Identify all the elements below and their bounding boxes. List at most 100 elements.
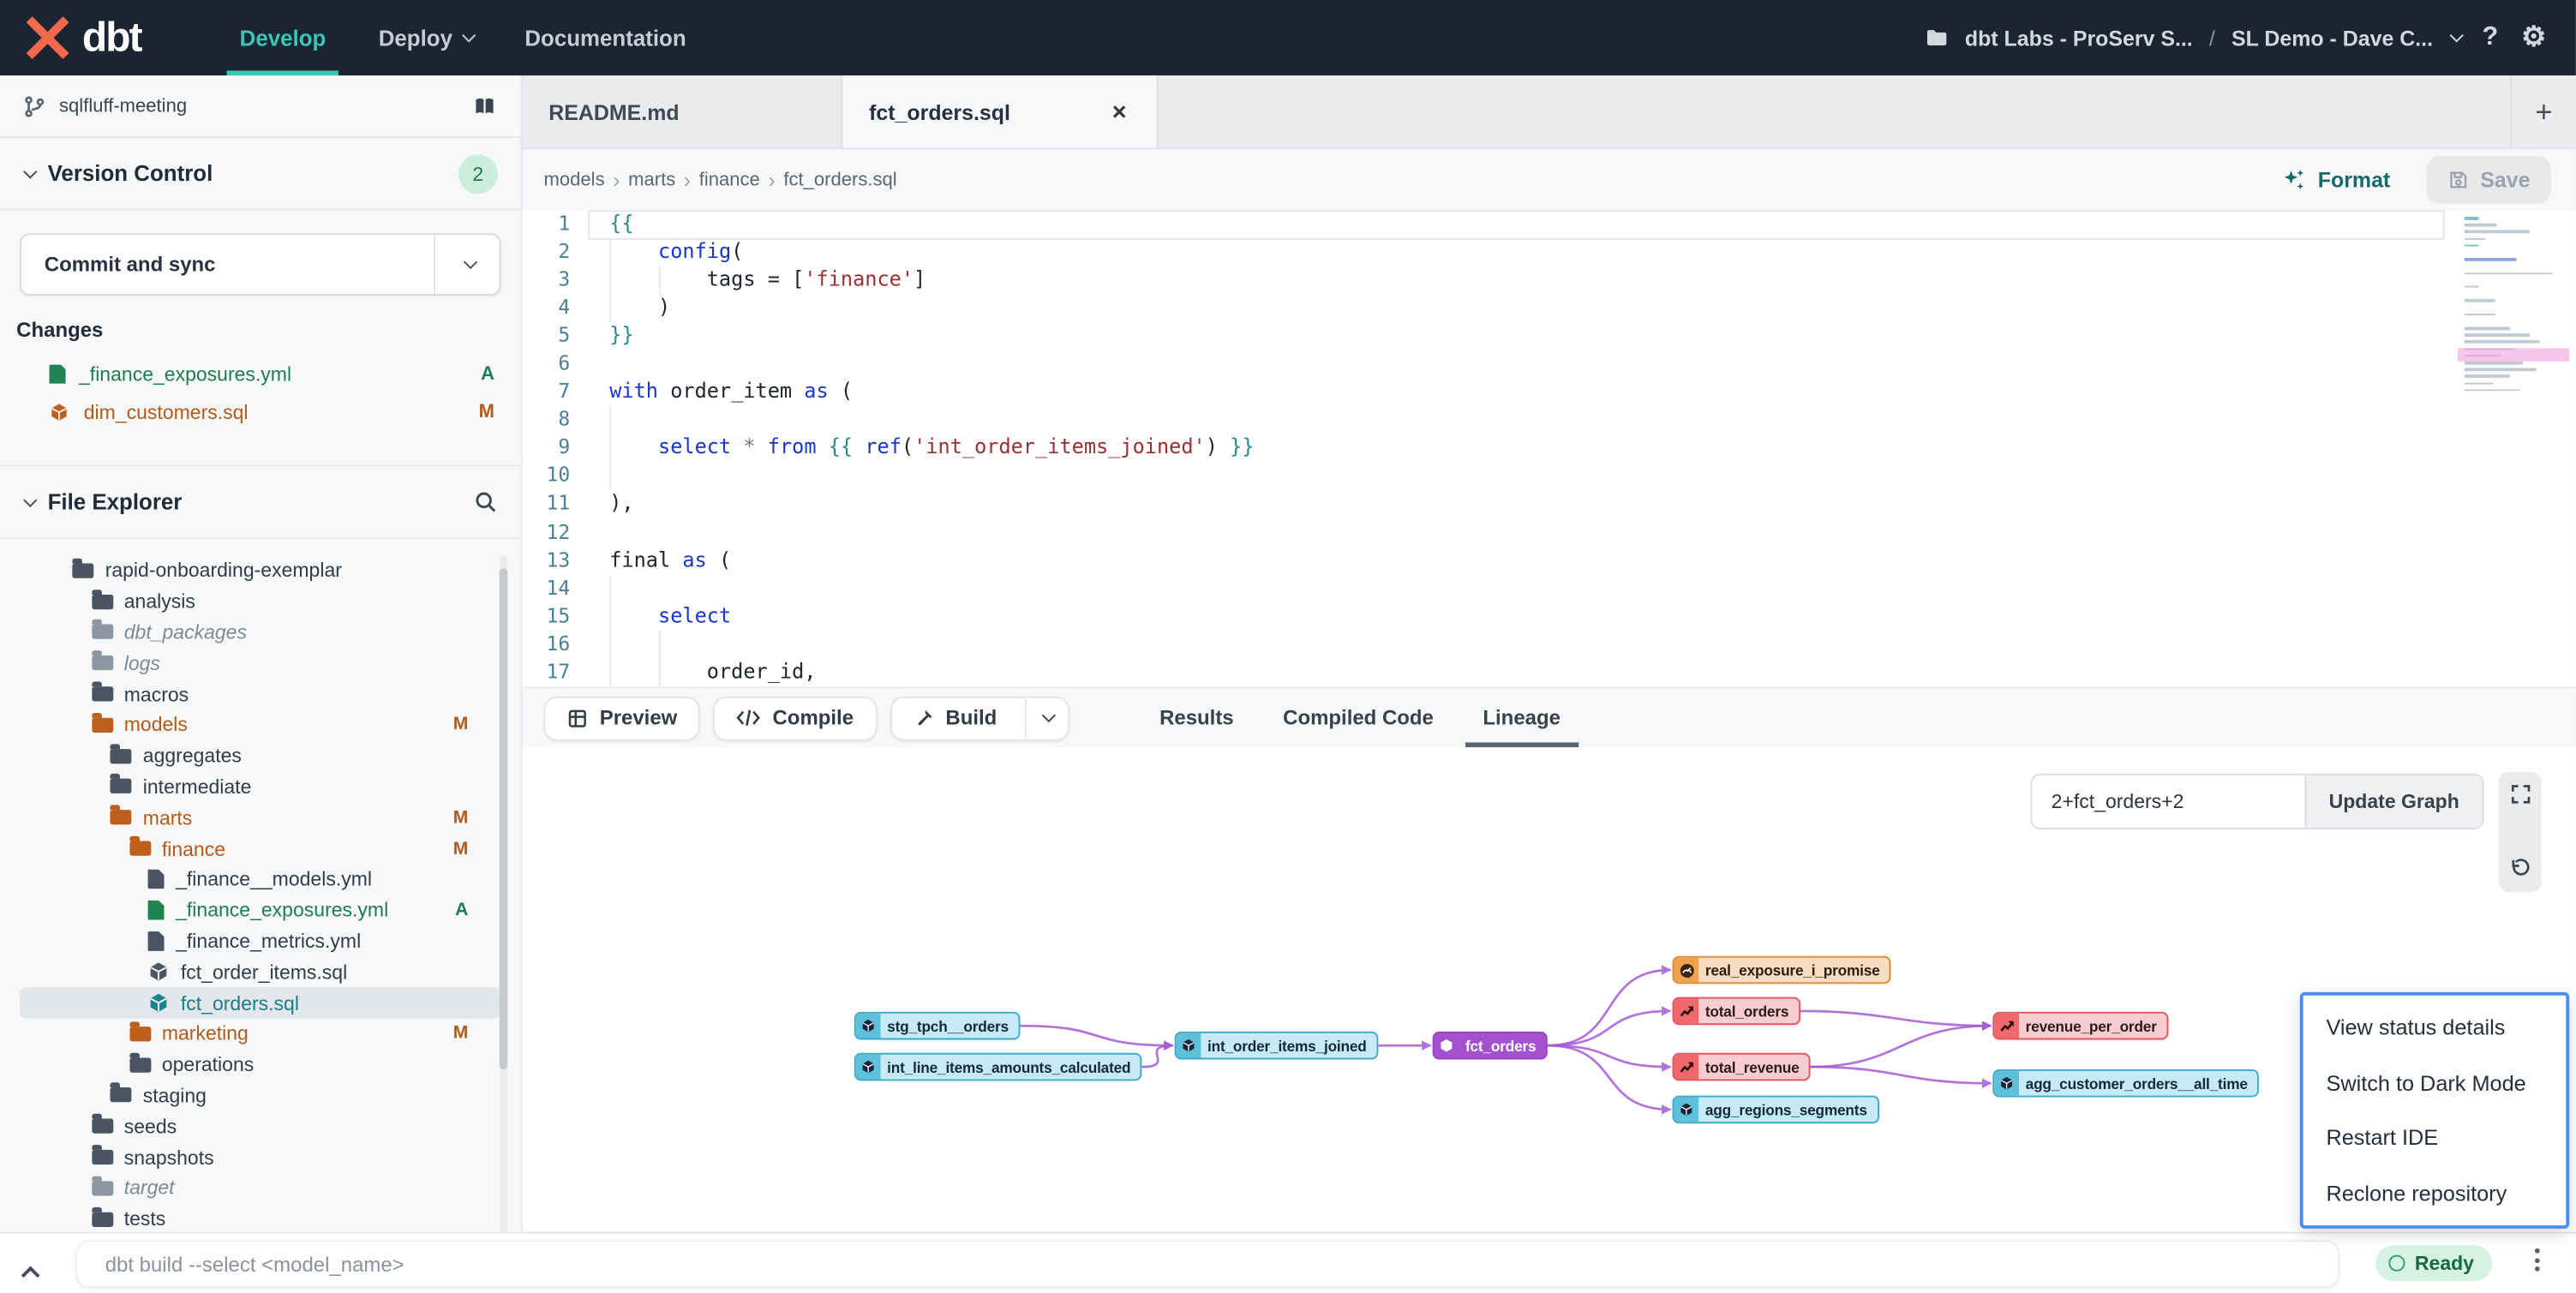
tree-item-_finance_exposures.yml[interactable]: _finance_exposures.yml A: [20, 895, 501, 925]
tree-item-analysis[interactable]: analysis: [20, 586, 501, 617]
file-explorer-header[interactable]: File Explorer: [0, 466, 521, 538]
tree-item-macros[interactable]: macros: [20, 679, 501, 709]
build-options-chevron[interactable]: [1025, 697, 1068, 739]
tree-item-label: seeds: [124, 1115, 177, 1138]
compile-button[interactable]: Compile: [713, 696, 876, 740]
command-input[interactable]: [75, 1240, 2339, 1288]
tree-item-models[interactable]: modelsM: [20, 709, 501, 740]
tree-item-marts[interactable]: martsM: [20, 802, 501, 833]
tree-item-aggregates[interactable]: aggregates: [20, 740, 501, 771]
tree-item-rapid-onboarding-exemplar[interactable]: rapid-onboarding-exemplar: [20, 555, 501, 586]
tree-status-badge: A: [455, 901, 468, 920]
minimap-line: [2465, 362, 2524, 364]
menu-item-view-status-details[interactable]: View status details: [2303, 1000, 2567, 1055]
preview-button[interactable]: Preview: [544, 696, 701, 740]
tree-item-label: staging: [143, 1084, 207, 1107]
expand-panel-chevron-icon[interactable]: [27, 1258, 39, 1288]
settings-gear-icon[interactable]: ⚙: [2521, 21, 2546, 54]
lineage-node-agg_customer_orders__all_time[interactable]: agg_customer_orders__all_time: [1992, 1069, 2259, 1098]
panel-tab-lineage[interactable]: Lineage: [1459, 688, 1585, 747]
save-button[interactable]: Save: [2426, 156, 2551, 204]
close-icon[interactable]: ×: [1109, 98, 1129, 126]
dbt-logo[interactable]: dbt: [0, 0, 171, 75]
tree-item-intermediate[interactable]: intermediate: [20, 771, 501, 802]
tree-item-fct_orders.sql[interactable]: fct_orders.sql: [20, 987, 501, 1018]
code-editor[interactable]: 1{{2 config(3 tags = ['finance']4 )5}}67…: [523, 210, 2576, 686]
nav-item-deploy[interactable]: Deploy: [352, 0, 499, 75]
tree-item-marketing[interactable]: marketingM: [20, 1018, 501, 1049]
lineage-node-int_line_items_amounts_calculated[interactable]: int_line_items_amounts_calculated: [854, 1053, 1142, 1081]
nav-account-area: dbt Labs - ProServ S... / SL Demo - Dave…: [1926, 21, 2576, 54]
docs-book-icon[interactable]: [471, 94, 498, 117]
tree-item-seeds[interactable]: seeds: [20, 1111, 501, 1142]
breadcrumb-item[interactable]: models: [544, 170, 605, 189]
format-button[interactable]: Format: [2282, 168, 2391, 193]
code-token: [609, 240, 658, 263]
lineage-node-label: total_orders: [1698, 999, 1799, 1024]
commit-options-button[interactable]: [434, 235, 500, 294]
lineage-node-int_order_items_joined[interactable]: int_order_items_joined: [1175, 1032, 1378, 1060]
lineage-node-total_orders[interactable]: total_orders: [1673, 997, 1800, 1026]
project-chevron-down-icon[interactable]: [2450, 28, 2464, 42]
tree-item-target[interactable]: target: [20, 1173, 501, 1204]
lineage-graph[interactable]: Update Graph stg_tpch__ordersint_line_it…: [523, 747, 2576, 1232]
lineage-node-real_exposure_i_promise[interactable]: real_exposure_i_promise: [1673, 956, 1891, 985]
search-icon[interactable]: [473, 489, 498, 514]
file-tree-scrollbar[interactable]: [500, 555, 508, 1232]
code-token: [1218, 436, 1230, 459]
tree-item-dbt_packages[interactable]: dbt_packages: [20, 617, 501, 648]
status-badge[interactable]: Ready: [2375, 1245, 2492, 1281]
minimap-highlight: [2458, 355, 2569, 362]
tree-item-_finance_metrics.yml[interactable]: _finance_metrics.yml: [20, 925, 501, 956]
code-text: config(: [609, 238, 743, 266]
project-name[interactable]: SL Demo - Dave C...: [2232, 26, 2433, 51]
tab-fct_orders.sql[interactable]: fct_orders.sql×: [842, 75, 1158, 147]
help-button[interactable]: ?: [2476, 23, 2505, 53]
code-token: config: [658, 240, 731, 263]
tab-README.md[interactable]: README.md: [523, 75, 843, 147]
tree-item-logs[interactable]: logs: [20, 648, 501, 679]
new-tab-button[interactable]: +: [2510, 75, 2576, 147]
menu-item-restart-ide[interactable]: Restart IDE: [2303, 1110, 2567, 1165]
scrollbar-thumb[interactable]: [500, 568, 508, 1069]
tree-item-fct_order_items.sql[interactable]: fct_order_items.sql: [20, 956, 501, 987]
lineage-node-fct_orders[interactable]: fct_orders: [1433, 1032, 1548, 1060]
panel-tab-results[interactable]: Results: [1135, 688, 1258, 747]
panel-tab-compiled-code[interactable]: Compiled Code: [1258, 688, 1458, 747]
tree-item-operations[interactable]: operations: [20, 1049, 501, 1080]
branch-name[interactable]: sqlfluff-meeting: [59, 96, 458, 116]
metric-icon: [1994, 1014, 2019, 1039]
breadcrumb-item[interactable]: finance: [699, 170, 760, 189]
lineage-node-agg_regions_segments[interactable]: agg_regions_segments: [1673, 1096, 1879, 1124]
code-text: tags = ['finance']: [609, 266, 926, 295]
account-name[interactable]: dbt Labs - ProServ S...: [1965, 26, 2193, 51]
code-token: select: [658, 604, 731, 627]
version-control-header[interactable]: Version Control 2: [0, 138, 521, 210]
breadcrumb-item[interactable]: fct_orders.sql: [783, 170, 896, 189]
git-branch-row: sqlfluff-meeting: [0, 75, 521, 138]
editor-minimap[interactable]: [2465, 217, 2567, 396]
nav-item-develop[interactable]: Develop: [213, 0, 352, 75]
commit-and-sync-button[interactable]: Commit and sync: [20, 233, 501, 296]
menu-item-switch-to-dark-mode[interactable]: Switch to Dark Mode: [2303, 1056, 2567, 1110]
tree-item-label: target: [124, 1176, 175, 1200]
tree-item-staging[interactable]: staging: [20, 1080, 501, 1111]
tree-item-label: _finance_exposures.yml: [176, 899, 388, 922]
minimap-line: [2465, 326, 2511, 329]
tree-item-_finance__models.yml[interactable]: _finance__models.yml: [20, 864, 501, 895]
tree-item-label: rapid-onboarding-exemplar: [105, 560, 342, 583]
menu-item-reclone-repository[interactable]: Reclone repository: [2303, 1165, 2567, 1220]
nav-item-documentation[interactable]: Documentation: [499, 0, 713, 75]
lineage-node-revenue_per_order[interactable]: revenue_per_order: [1992, 1012, 2168, 1040]
change-row[interactable]: _finance_exposures.ymlA: [0, 355, 521, 392]
change-row[interactable]: dim_customers.sqlM: [0, 392, 521, 430]
lineage-node-total_revenue[interactable]: total_revenue: [1673, 1053, 1811, 1081]
tree-item-tests[interactable]: tests: [20, 1204, 501, 1232]
tree-item-snapshots[interactable]: snapshots: [20, 1142, 501, 1173]
tree-item-finance[interactable]: financeM: [20, 833, 501, 864]
lineage-node-stg_tpch__orders[interactable]: stg_tpch__orders: [854, 1012, 1020, 1040]
breadcrumb-item[interactable]: marts: [628, 170, 675, 189]
kebab-menu-icon[interactable]: [2535, 1248, 2540, 1272]
folder-icon: [1926, 27, 1949, 50]
build-button[interactable]: Build: [890, 696, 1069, 740]
